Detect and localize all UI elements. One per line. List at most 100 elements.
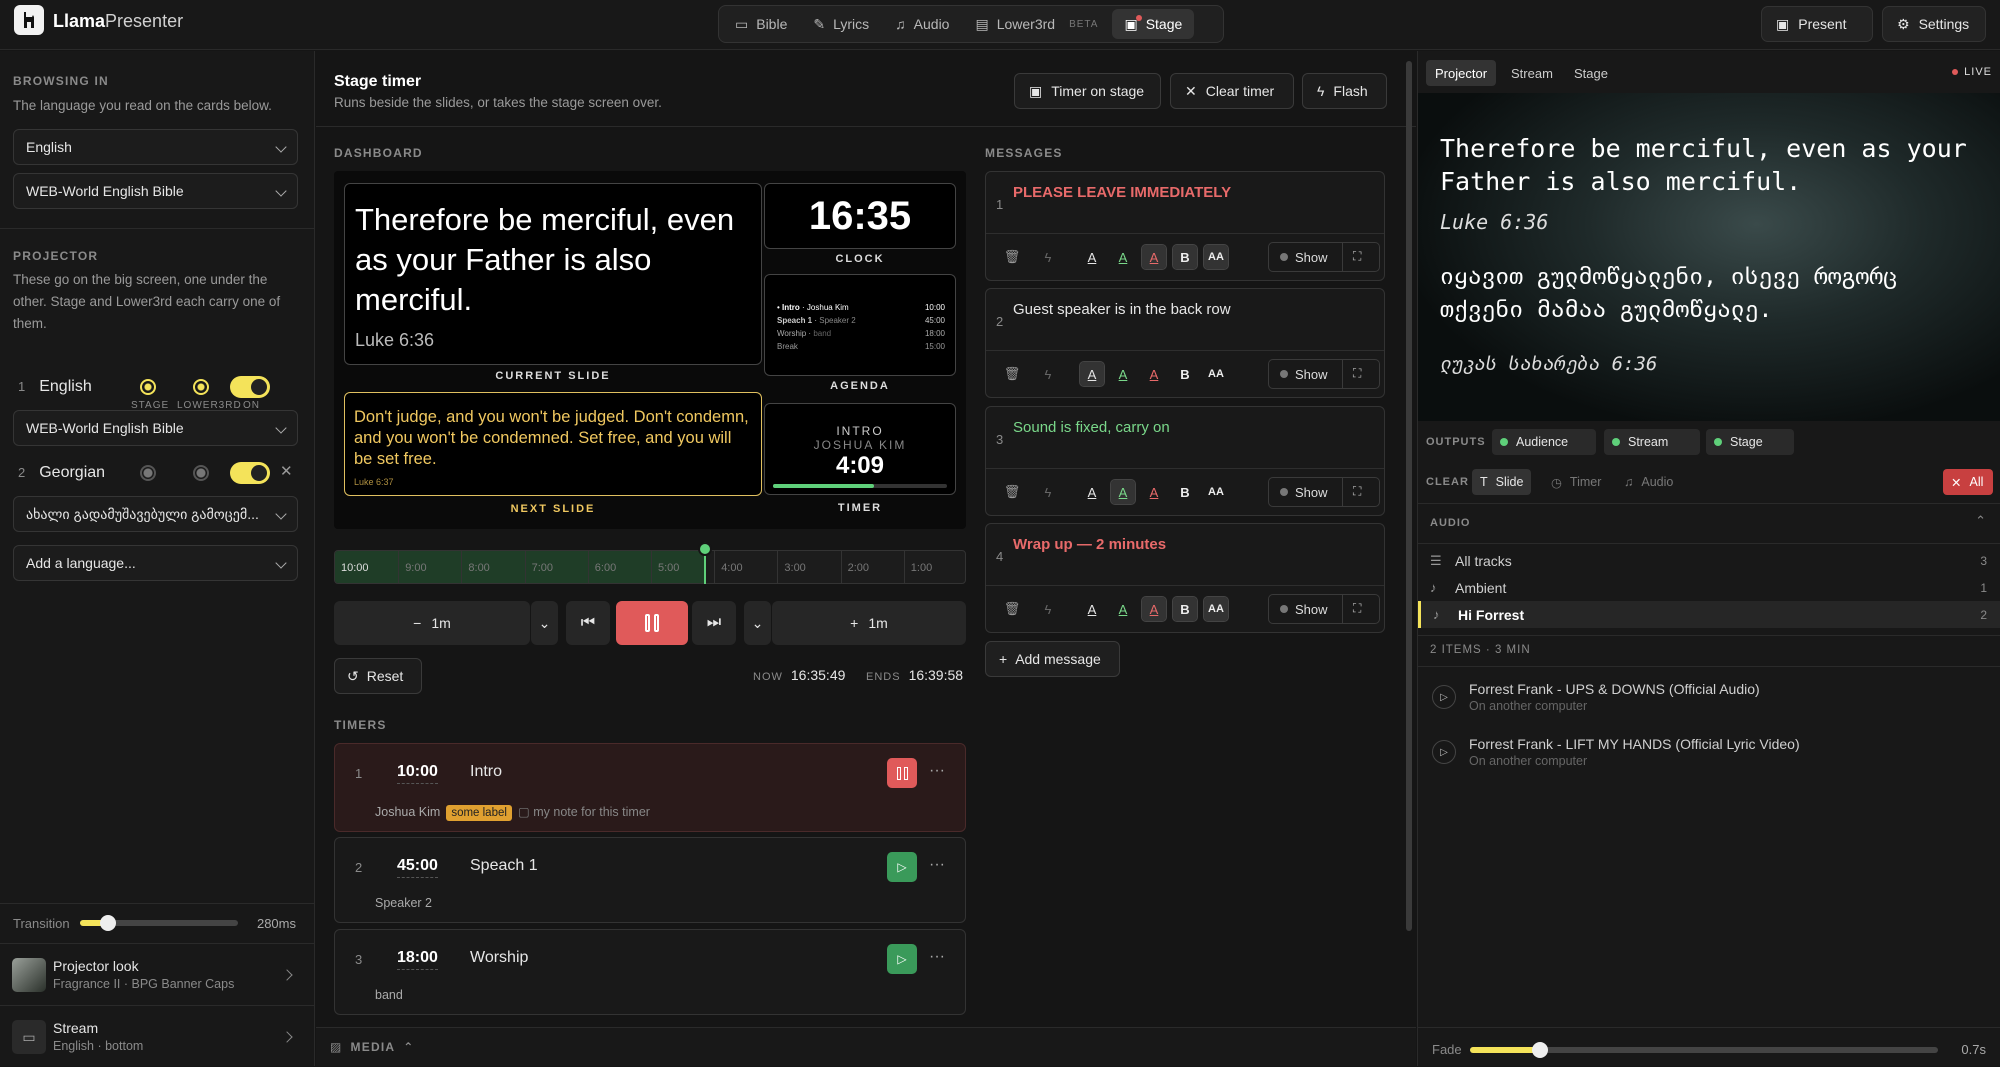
stage-radio-georgian[interactable] <box>140 465 156 481</box>
message-text-area[interactable]: 3 Sound is fixed, carry on <box>986 407 1384 469</box>
bold-toggle[interactable]: B <box>1172 244 1198 270</box>
text-color-option[interactable]: A <box>1110 479 1136 505</box>
minus-one-minute-button[interactable]: −1m <box>334 601 530 645</box>
message-text-area[interactable]: 4 Wrap up — 2 minutes <box>986 524 1384 586</box>
timer-name[interactable]: Worship <box>470 949 528 967</box>
audio-list-all-tracks[interactable]: ☰ All tracks 3 <box>1418 547 2000 574</box>
timer-duration[interactable]: 18:00 <box>397 949 438 970</box>
message-card[interactable]: 1 PLEASE LEAVE IMMEDIATELY 🗑 ϟ A A A B AA Show ⛶ <box>985 171 1385 281</box>
present-button[interactable]: ▣ Present <box>1761 6 1873 42</box>
timer-duration[interactable]: 10:00 <box>397 763 438 784</box>
georgian-bible-select[interactable]: ახალი გადამუშავებული გამოცემ... <box>13 496 298 532</box>
trash-icon[interactable]: 🗑 <box>1000 362 1024 386</box>
scrollbar[interactable] <box>1406 61 1412 931</box>
tab-audio[interactable]: ♫ Audio <box>883 9 961 39</box>
timer-name[interactable]: Speach 1 <box>470 857 538 875</box>
fade-slider-knob[interactable] <box>1532 1042 1549 1058</box>
reset-button[interactable]: ↺ Reset <box>334 658 422 694</box>
clear-slide-button[interactable]: T Slide <box>1472 469 1532 495</box>
fullscreen-icon[interactable]: ⛶ <box>1353 249 1361 264</box>
play-icon[interactable]: ▷ <box>1432 740 1456 764</box>
message-text-area[interactable]: 1 PLEASE LEAVE IMMEDIATELY <box>986 172 1384 234</box>
timer-row[interactable]: 1 10:00 Intro Joshua Kim some label ▢ my n… <box>334 743 966 832</box>
clear-audio-button[interactable]: ♫ Audio <box>1616 469 1681 495</box>
timer-pause-button[interactable] <box>887 758 917 788</box>
audio-track[interactable]: ▷ Forrest Frank - LIFT MY HANDS (Official… <box>1418 726 2000 780</box>
browse-language-select[interactable]: English <box>13 129 298 165</box>
output-audience[interactable]: Audience <box>1492 429 1596 455</box>
message-text[interactable]: Sound is fixed, carry on <box>1013 419 1170 436</box>
lightning-icon[interactable]: ϟ <box>1036 362 1060 386</box>
stream-item[interactable]: ▭ Stream English · bottom <box>0 1005 315 1067</box>
audio-list-ambient[interactable]: ♪ Ambient 1 <box>1418 574 2000 601</box>
timer-row[interactable]: 2 45:00 Speach 1 Speaker 2 ▷ ··· <box>334 837 966 923</box>
text-color-option[interactable]: A <box>1142 480 1166 504</box>
output-stream[interactable]: Stream <box>1604 429 1700 455</box>
trash-icon[interactable]: 🗑 <box>1000 597 1024 621</box>
clear-timer-button[interactable]: ✕ Clear timer <box>1170 73 1294 109</box>
tab-stage-output[interactable]: Stage <box>1565 60 1617 86</box>
tab-bible[interactable]: ▭ Bible <box>723 9 799 39</box>
on-toggle-english[interactable] <box>230 376 270 398</box>
text-color-option[interactable]: A <box>1111 597 1135 621</box>
timer-play-button[interactable]: ▷ <box>887 852 917 882</box>
timeline-playhead-knob[interactable] <box>697 542 712 556</box>
output-stage[interactable]: Stage <box>1706 429 1794 455</box>
fullscreen-icon[interactable]: ⛶ <box>1353 484 1361 499</box>
audio-list-hi-forrest[interactable]: ♪ Hi Forrest 2 <box>1418 601 2000 628</box>
message-card[interactable]: 4 Wrap up — 2 minutes 🗑 ϟ A A A B AA Show ⛶ <box>985 523 1385 633</box>
timer-duration[interactable]: 45:00 <box>397 857 438 878</box>
timer-play-button[interactable]: ▷ <box>887 944 917 974</box>
message-text[interactable]: Wrap up — 2 minutes <box>1013 536 1166 553</box>
settings-button[interactable]: ⚙ Settings <box>1882 6 1986 42</box>
play-icon[interactable]: ▷ <box>1432 685 1456 709</box>
message-text-area[interactable]: 2 Guest speaker is in the back row <box>986 289 1384 351</box>
add-language-select[interactable]: Add a language... <box>13 545 298 581</box>
audio-track[interactable]: ▷ Forrest Frank - UPS & DOWNS (Official A… <box>1418 671 2000 725</box>
text-color-option[interactable]: A <box>1141 596 1167 622</box>
message-text[interactable]: Guest speaker is in the back row <box>1013 301 1231 318</box>
fullscreen-icon[interactable]: ⛶ <box>1353 366 1361 381</box>
plus-one-minute-button[interactable]: +1m <box>772 601 966 645</box>
transition-slider[interactable] <box>80 915 238 931</box>
uppercase-toggle[interactable]: AA <box>1203 596 1229 622</box>
media-bar[interactable]: ▨ MEDIA ⌃ <box>316 1027 1416 1066</box>
text-color-option[interactable]: A <box>1142 362 1166 386</box>
plus-options-dropdown[interactable]: ⌄ <box>744 601 771 645</box>
timer-row[interactable]: 3 18:00 Worship band ▷ ··· <box>334 929 966 1015</box>
browse-bible-select[interactable]: WEB-World English Bible <box>13 173 298 209</box>
clear-timer-output-button[interactable]: ◷ Timer <box>1543 469 1609 495</box>
tab-stage[interactable]: ▣ Stage <box>1112 9 1195 39</box>
previous-timer-button[interactable]: ⏮ <box>566 601 610 645</box>
timeline-playhead[interactable] <box>697 542 712 584</box>
uppercase-toggle[interactable]: AA <box>1204 362 1228 386</box>
bold-toggle[interactable]: B <box>1173 480 1197 504</box>
tab-lyrics[interactable]: ✎ Lyrics <box>801 9 881 39</box>
message-card[interactable]: 3 Sound is fixed, carry on 🗑 ϟ A A A B AA Show ⛶ <box>985 406 1385 516</box>
text-color-option[interactable]: A <box>1141 244 1167 270</box>
bold-toggle[interactable]: B <box>1173 362 1197 386</box>
tab-lower3rd[interactable]: ▤ Lower3rd BETA <box>963 9 1110 39</box>
lower3rd-radio-english[interactable] <box>193 379 209 395</box>
lightning-icon[interactable]: ϟ <box>1036 245 1060 269</box>
flash-button[interactable]: ϟ Flash <box>1302 73 1387 109</box>
text-color-option[interactable]: A <box>1080 245 1104 269</box>
text-color-option[interactable]: A <box>1080 480 1104 504</box>
chevron-up-icon[interactable]: ⌃ <box>1975 513 1986 529</box>
show-message-button[interactable]: Show ⛶ <box>1268 242 1380 272</box>
bold-toggle[interactable]: B <box>1172 596 1198 622</box>
minus-options-dropdown[interactable]: ⌄ <box>531 601 558 645</box>
text-color-option[interactable]: A <box>1079 361 1105 387</box>
text-color-option[interactable]: A <box>1080 597 1104 621</box>
timer-timeline[interactable]: 10:00 9:00 8:00 7:00 6:00 5:00 4:00 3:00 2:00 1:0… <box>334 550 966 584</box>
timer-on-stage-button[interactable]: ▣ Timer on stage <box>1014 73 1161 109</box>
show-message-button[interactable]: Show ⛶ <box>1268 359 1380 389</box>
on-toggle-georgian[interactable] <box>230 462 270 484</box>
show-message-button[interactable]: Show ⛶ <box>1268 477 1380 507</box>
transition-slider-knob[interactable] <box>100 915 117 931</box>
timer-name[interactable]: Intro <box>470 763 502 781</box>
more-options-icon[interactable]: ··· <box>929 948 945 966</box>
trash-icon[interactable]: 🗑 <box>1000 480 1024 504</box>
stage-radio-english[interactable] <box>140 379 156 395</box>
message-text[interactable]: PLEASE LEAVE IMMEDIATELY <box>1013 184 1231 201</box>
